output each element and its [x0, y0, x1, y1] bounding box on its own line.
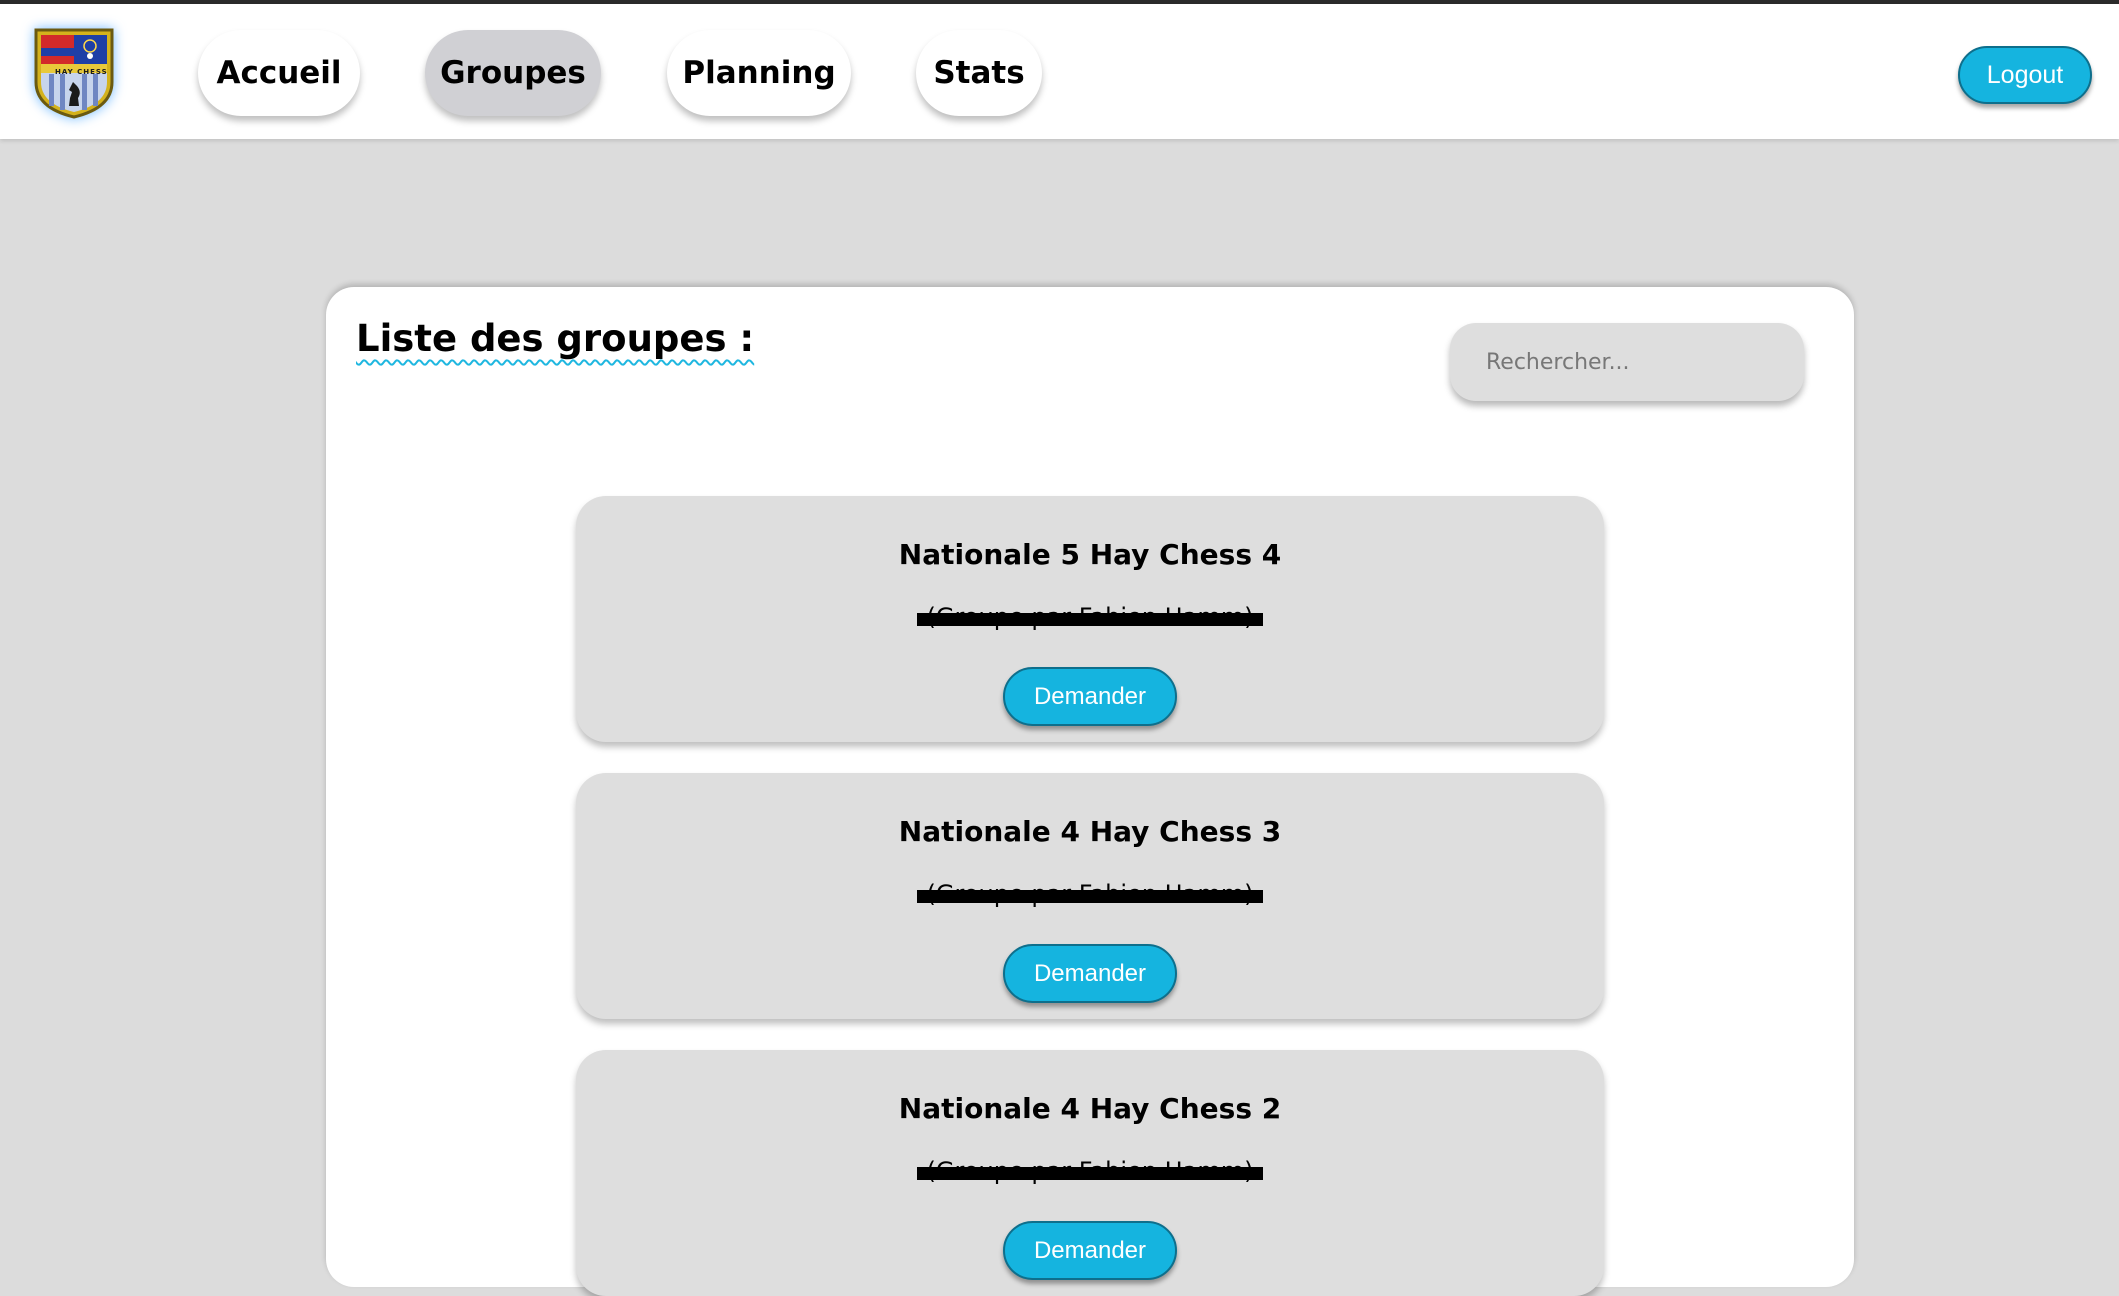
nav-accueil[interactable]: Accueil — [198, 30, 360, 116]
group-subtitle-redacted: (Groupe par Fabien Hamm) — [916, 602, 1264, 632]
nav-groupes[interactable]: Groupes — [425, 30, 601, 116]
group-title: Nationale 4 Hay Chess 2 — [898, 1092, 1282, 1125]
group-card: Nationale 4 Hay Chess 2 (Groupe par Fabi… — [576, 1050, 1604, 1296]
group-title: Nationale 4 Hay Chess 3 — [898, 815, 1282, 848]
nav-planning[interactable]: Planning — [667, 30, 851, 116]
search-input[interactable] — [1450, 323, 1804, 401]
groups-panel: Liste des groupes : Nationale 5 Hay Ches… — [326, 287, 1854, 1296]
group-subtitle-wrapper: (Groupe par Fabien Hamm) — [576, 1156, 1604, 1186]
group-card: Nationale 4 Hay Chess 3 (Groupe par Fabi… — [576, 773, 1604, 1019]
demander-button[interactable]: Demander — [1003, 667, 1177, 726]
group-subtitle-redacted: (Groupe par Fabien Hamm) — [916, 1156, 1264, 1186]
group-card: Nationale 5 Hay Chess 4 (Groupe par Fabi… — [576, 496, 1604, 742]
demander-button[interactable]: Demander — [1003, 1221, 1177, 1280]
logo-text: HAY CHESS — [55, 68, 108, 76]
group-title: Nationale 5 Hay Chess 4 — [898, 538, 1282, 571]
club-logo[interactable]: HAY CHESS — [30, 24, 118, 120]
nav-stats[interactable]: Stats — [916, 30, 1042, 116]
page-title: Liste des groupes : — [356, 317, 755, 360]
demander-button[interactable]: Demander — [1003, 944, 1177, 1003]
group-subtitle-redacted: (Groupe par Fabien Hamm) — [916, 879, 1264, 909]
navbar: HAY CHESS Accueil Groupes Planning Stats… — [0, 4, 2119, 139]
group-subtitle-wrapper: (Groupe par Fabien Hamm) — [576, 602, 1604, 632]
group-subtitle-wrapper: (Groupe par Fabien Hamm) — [576, 879, 1604, 909]
logout-button[interactable]: Logout — [1958, 46, 2092, 104]
